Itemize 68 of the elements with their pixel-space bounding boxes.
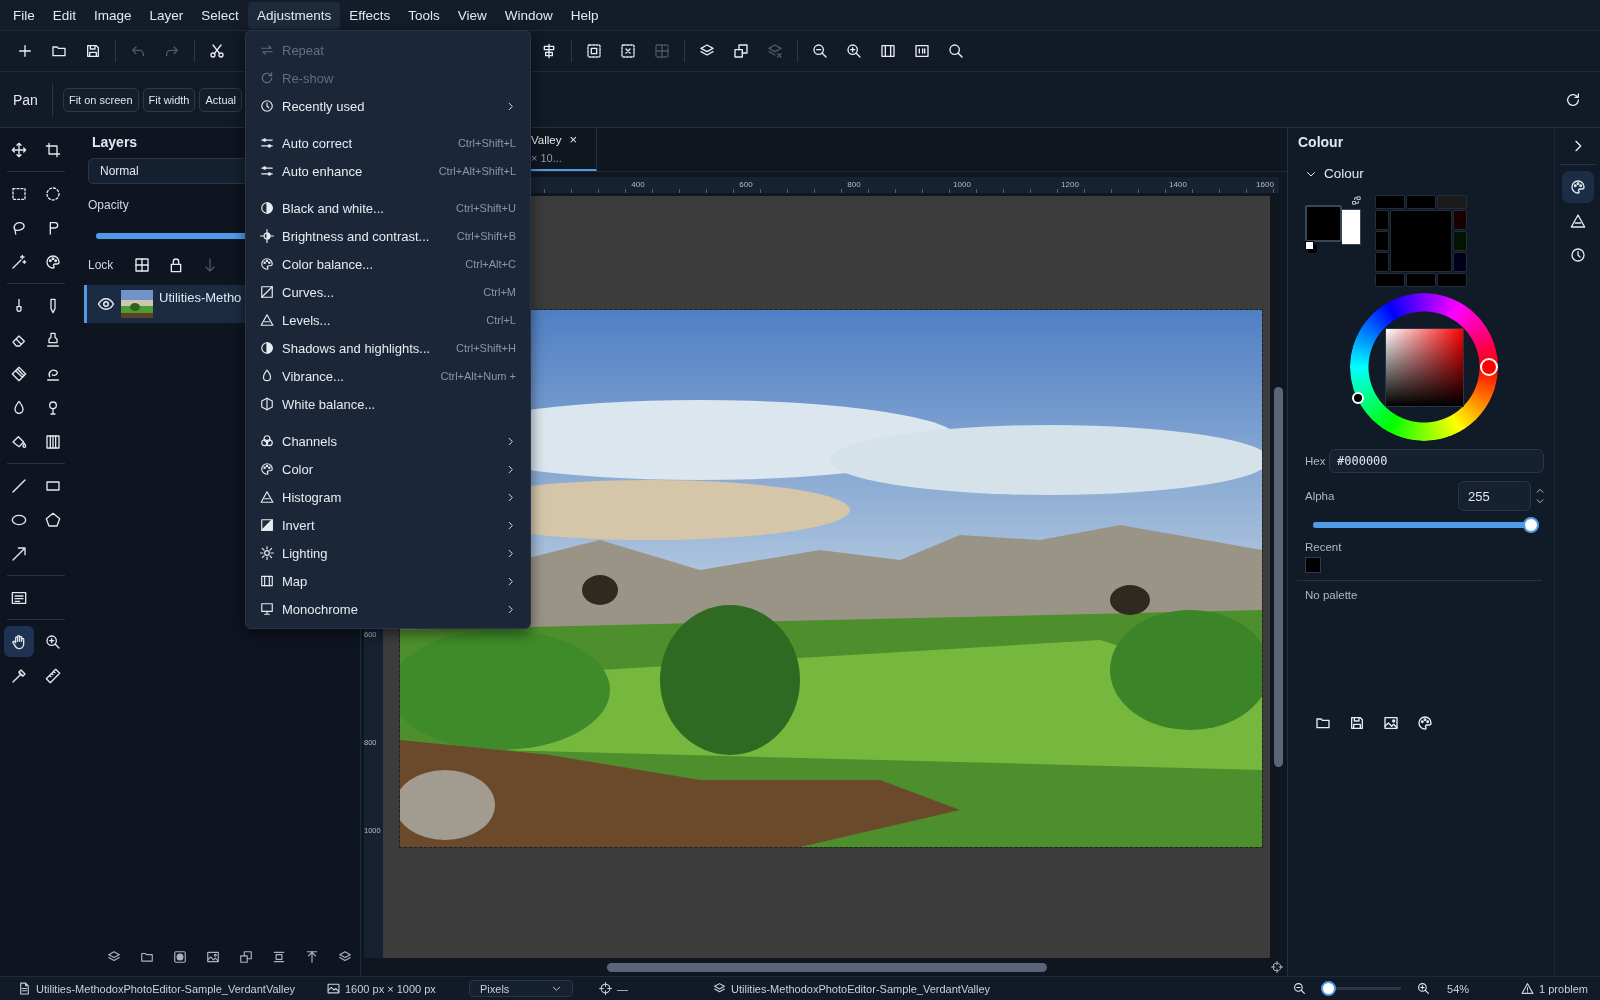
file-name: Utilities-MethodoxPhotoEditor-Sample_VerdantValley <box>36 982 296 995</box>
layer-name: Utilities-MethodoxPhotoEditor-Sample_VerdantValley <box>731 982 991 995</box>
tab-subtitle: × 10... <box>531 152 563 164</box>
ruler-label: 400 <box>630 180 646 189</box>
menu-title[interactable]: Select <box>192 1 248 29</box>
menu-title[interactable]: File <box>4 1 44 29</box>
opacity-label: Opacity <box>88 198 129 212</box>
ruler-label: 800 <box>846 180 862 189</box>
menu-title[interactable]: Tools <box>399 1 449 29</box>
palette-status: No palette <box>1305 589 1359 601</box>
menu-title[interactable]: Window <box>495 1 562 29</box>
ruler-label: 1400 <box>1168 180 1188 189</box>
shortcut-text: Ctrl+Alt+Num + <box>440 370 516 382</box>
zoom-preset-button[interactable]: Fit width <box>142 87 196 112</box>
menu-item[interactable]: Lighting <box>246 539 530 567</box>
shortcut-text: Ctrl+Shift+L <box>457 137 516 149</box>
image-size: 1600 px × 1000 px <box>345 982 436 995</box>
menu-item[interactable]: Channels <box>246 427 530 455</box>
shortcut-text: Ctrl+Shift+U <box>456 202 516 214</box>
shortcut-text: Ctrl+Alt+Shift+L <box>438 165 516 177</box>
zoom-percentage: 54% <box>1447 982 1471 995</box>
menu-title[interactable]: Image <box>85 1 141 29</box>
menu-title[interactable]: Layer <box>140 1 193 29</box>
menu-title[interactable]: Help <box>561 1 608 29</box>
alpha-label: Alpha <box>1305 489 1335 504</box>
problems-indicator: 1 problem <box>1539 982 1588 995</box>
hex-field[interactable]: #000000 <box>1329 449 1544 473</box>
menu-title[interactable]: Adjustments <box>247 1 341 29</box>
alpha-field[interactable]: 255 <box>1458 481 1531 511</box>
menu-item[interactable]: Invert <box>246 511 530 539</box>
lock-label: Lock <box>88 258 114 272</box>
shortcut-text: Ctrl+Shift+H <box>456 342 516 354</box>
tool-name: Pan <box>13 91 38 108</box>
tab-title: Valley <box>531 133 562 146</box>
menu-item[interactable]: Brightness and contrast... Ctrl+Shift+B <box>246 222 530 250</box>
menu-item[interactable]: Recently used <box>246 92 530 120</box>
cursor-position: — <box>617 982 628 995</box>
ruler-label: 600 <box>738 180 754 189</box>
menu-title[interactable]: Effects <box>340 1 400 29</box>
panel-title: Colour <box>1298 134 1344 152</box>
hex-label: Hex <box>1305 454 1327 469</box>
shortcut-text: Ctrl+Alt+C <box>465 258 516 270</box>
menu-item[interactable]: Color <box>246 455 530 483</box>
menu-title[interactable]: View <box>448 1 496 29</box>
menu-item[interactable]: Monochrome <box>246 595 530 623</box>
zoom-preset-button[interactable]: Fit on screen <box>62 87 139 112</box>
ruler-label: 1600 <box>1255 180 1275 189</box>
menu-item[interactable]: Auto correct Ctrl+Shift+L <box>246 129 530 157</box>
ruler-label: 1000 <box>952 180 972 189</box>
layer-name: Utilities-Metho <box>159 290 242 305</box>
close-button[interactable]: × <box>569 132 578 147</box>
recent-label: Recent <box>1305 541 1343 553</box>
shortcut-text: Ctrl+L <box>486 314 516 326</box>
section-header[interactable]: Colour <box>1305 166 1554 181</box>
unit-dropdown[interactable]: Pixels <box>469 980 573 997</box>
menu-item[interactable]: Black and white... Ctrl+Shift+U <box>246 194 530 222</box>
shortcut-text: Ctrl+Shift+B <box>456 230 516 242</box>
menu-item[interactable]: Shadows and highlights... Ctrl+Shift+H <box>246 334 530 362</box>
menu-item[interactable]: Histogram <box>246 483 530 511</box>
menu-item[interactable]: Map <box>246 567 530 595</box>
menu-item[interactable]: Color balance... Ctrl+Alt+C <box>246 250 530 278</box>
menu-title[interactable]: Edit <box>43 1 86 29</box>
ruler-label: 1200 <box>1060 180 1080 189</box>
panel-title: Layers <box>92 134 138 152</box>
zoom-preset-button[interactable]: Actual <box>199 87 243 112</box>
shortcut-text: Ctrl+M <box>483 286 516 298</box>
menu-item[interactable]: Vibrance... Ctrl+Alt+Num + <box>246 362 530 390</box>
menu-item[interactable]: White balance... <box>246 390 530 418</box>
